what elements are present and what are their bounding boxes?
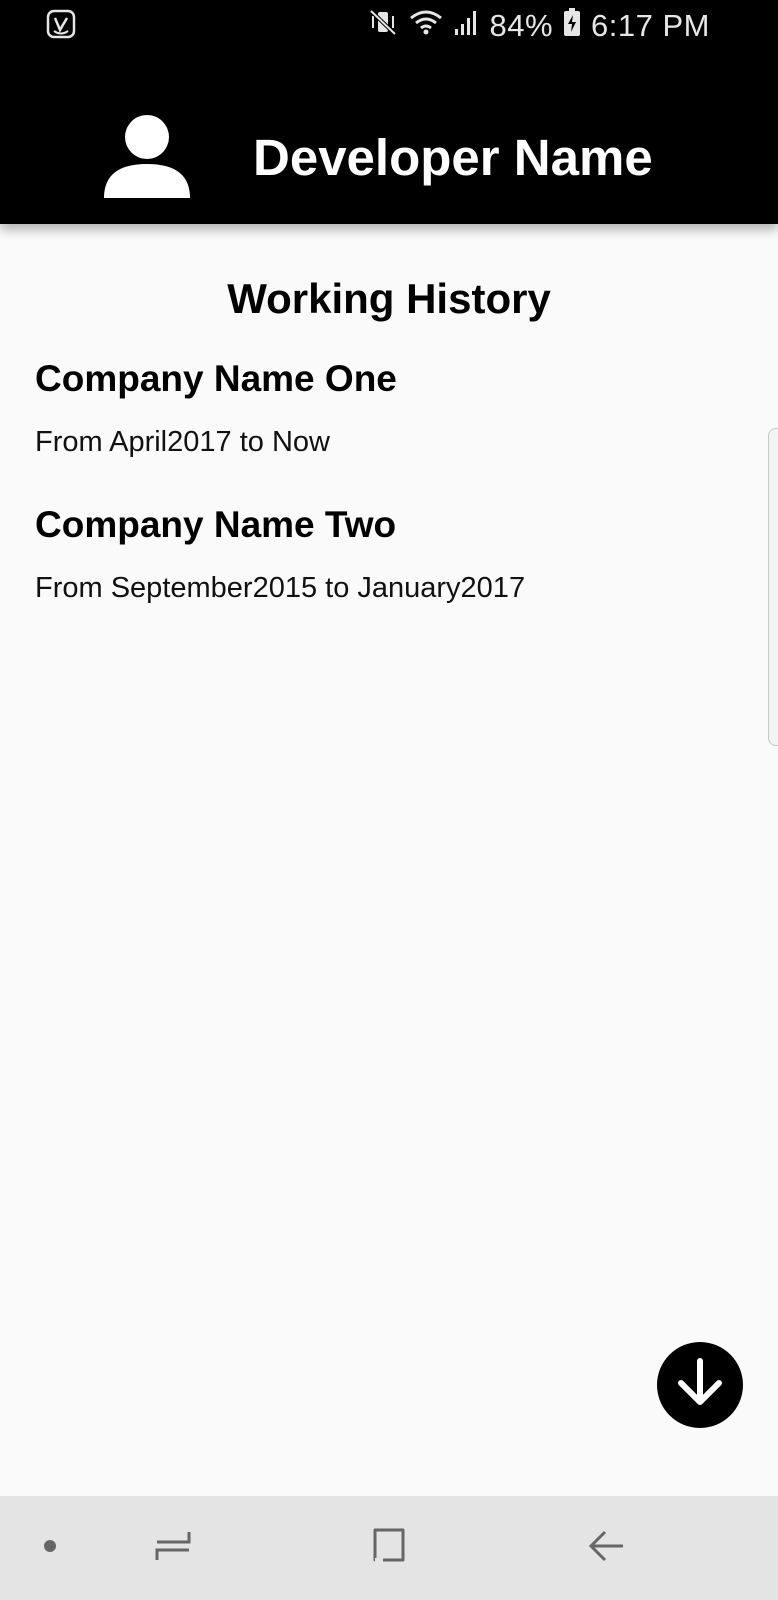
home-icon [369,1526,409,1571]
back-button[interactable] [574,1496,640,1600]
person-icon [102,114,192,198]
job-company: Company Name Two [35,504,397,545]
scroll-down-button[interactable] [657,1342,743,1428]
saavn-app-icon [46,9,76,44]
profile-header: Developer Name [0,52,778,224]
developer-name: Developer Name [253,129,653,186]
arrow-down-icon [672,1355,728,1416]
home-button[interactable] [356,1496,422,1600]
edge-panel-handle[interactable] [768,428,778,746]
section-title: Working History [227,275,551,322]
system-nav-bar [0,1496,778,1600]
dot-icon [43,1539,57,1558]
recent-apps-icon [153,1526,193,1571]
vibrate-mute-icon [368,7,398,45]
job-period: From April2017 to Now [35,426,330,458]
app-screen: 84% 6:17 PM Developer Name Working Histo… [0,0,778,1600]
recent-apps-button[interactable] [140,1496,206,1600]
clock: 6:17 PM [591,8,710,43]
status-bar: 84% 6:17 PM [0,0,778,52]
battery-percent: 84% [489,8,554,43]
nav-dot-button[interactable] [20,1496,80,1600]
back-icon [587,1526,627,1571]
battery-charging-icon [563,7,581,45]
job-company: Company Name One [35,358,397,399]
signal-icon [454,7,480,45]
job-period: From September2015 to January2017 [35,572,526,604]
wifi-icon [408,7,444,45]
